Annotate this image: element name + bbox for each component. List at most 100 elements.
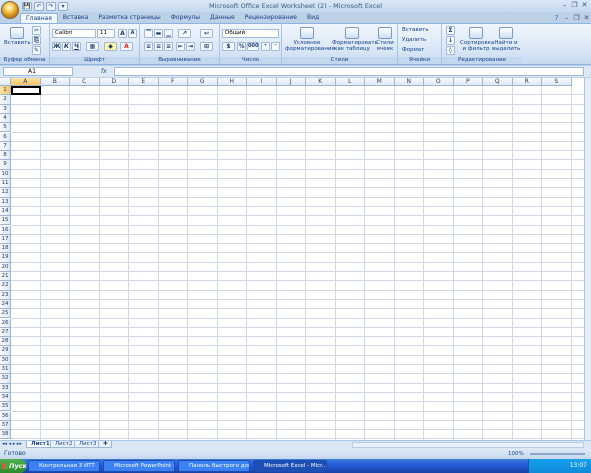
conditional-formatting-button[interactable]: Условное форматирование (285, 27, 335, 52)
column-header[interactable]: S (542, 78, 572, 86)
column-header[interactable]: N (394, 78, 424, 86)
row-header[interactable]: 18 (0, 244, 11, 254)
taskbar-item-excel[interactable]: Microsoft Excel - Micr... (253, 460, 327, 472)
column-header[interactable]: D (99, 78, 129, 86)
row-header[interactable]: 25 (0, 309, 11, 319)
row-header[interactable]: 13 (0, 197, 11, 207)
taskbar-item-powerpoint[interactable]: Microsoft PowerPoint - [... (103, 460, 175, 472)
tab-formulas[interactable]: Формулы (166, 13, 205, 23)
row-header[interactable]: 5 (0, 123, 11, 133)
format-as-table-button[interactable]: Форматировать как таблицу (332, 27, 378, 52)
align-center-icon[interactable]: ≡ (154, 42, 163, 51)
row-header[interactable]: 9 (0, 160, 11, 170)
row-header[interactable]: 33 (0, 383, 11, 393)
column-header[interactable]: C (70, 78, 100, 86)
row-header[interactable]: 22 (0, 281, 11, 291)
underline-button[interactable]: Ч (72, 42, 81, 51)
cell-styles-button[interactable]: Стили ячеек (374, 27, 396, 52)
column-header[interactable]: A (11, 78, 41, 86)
row-header[interactable]: 24 (0, 299, 11, 310)
row-header[interactable]: 14 (0, 206, 11, 217)
name-box[interactable]: A1 (3, 67, 73, 76)
row-header[interactable]: 16 (0, 225, 11, 235)
align-bottom-icon[interactable]: ▁ (164, 29, 173, 38)
row-header[interactable]: 23 (0, 290, 11, 300)
clear-icon[interactable]: ◊ (446, 46, 455, 55)
italic-button[interactable]: К (62, 42, 71, 51)
decrease-indent-icon[interactable]: ⇤ (176, 42, 185, 51)
active-cell[interactable] (11, 86, 41, 96)
row-header[interactable]: 10 (0, 169, 11, 179)
row-header[interactable]: 32 (0, 374, 11, 384)
row-header[interactable]: 29 (0, 346, 11, 356)
row-header[interactable]: 38 (0, 430, 11, 440)
delete-cells-button[interactable]: Удалить (402, 36, 426, 45)
find-select-button[interactable]: Найти и выделить (492, 27, 520, 52)
grow-font-button[interactable]: A (118, 29, 127, 38)
column-header[interactable]: R (512, 78, 542, 86)
fill-icon[interactable]: ↓ (446, 36, 455, 45)
row-header[interactable]: 2 (0, 95, 11, 105)
shrink-font-button[interactable]: A (128, 29, 137, 38)
tab-page-layout[interactable]: Разметка страницы (93, 13, 165, 23)
column-header[interactable]: M (365, 78, 395, 86)
column-header[interactable]: G (188, 78, 218, 86)
decrease-decimal-icon[interactable]: ⁻ (271, 42, 280, 51)
column-header[interactable]: J (276, 78, 306, 86)
text-orientation-icon[interactable]: ↗ (178, 29, 191, 38)
office-button[interactable] (1, 1, 19, 19)
worksheet-grid[interactable]: A B C D E F G H I J K L M N O P Q R S 1 2 3 4 5 6 7 8 9 10 11 12 13 14 15… (0, 78, 584, 440)
row-header[interactable]: 4 (0, 113, 11, 124)
taskbar-item-quicklaunch[interactable]: Панель быстрого дост... (178, 460, 250, 472)
close-button[interactable]: ✕ (580, 1, 589, 10)
column-header[interactable]: P (453, 78, 483, 86)
row-header[interactable]: 21 (0, 272, 11, 282)
tab-review[interactable]: Рецензирование (240, 13, 302, 23)
row-header[interactable]: 35 (0, 402, 11, 412)
column-header[interactable]: Q (483, 78, 513, 86)
paste-button[interactable]: Вставить (4, 27, 31, 52)
row-header[interactable]: 6 (0, 132, 11, 142)
tab-data[interactable]: Данные (205, 13, 240, 23)
row-header[interactable]: 36 (0, 411, 11, 421)
insert-sheet-icon[interactable]: ✚ (98, 441, 112, 448)
column-header[interactable]: B (40, 78, 70, 86)
row-header[interactable]: 34 (0, 392, 11, 403)
bold-button[interactable]: Ж (52, 42, 61, 51)
wrap-text-icon[interactable]: ↩ (200, 29, 213, 38)
font-size-combo[interactable]: 11 (97, 29, 115, 38)
taskbar-item-folder[interactable]: Контрольная 3 ИТТ (28, 460, 100, 472)
format-cells-button[interactable]: Формат (402, 46, 424, 55)
column-header[interactable]: I (247, 78, 277, 86)
align-top-icon[interactable]: ▔ (144, 29, 153, 38)
column-header[interactable]: F (158, 78, 188, 86)
align-right-icon[interactable]: ≡ (164, 42, 173, 51)
column-header[interactable]: E (129, 78, 159, 86)
autosum-button[interactable]: Σ (446, 26, 455, 35)
tab-home[interactable]: Главная (20, 13, 58, 23)
row-header[interactable]: 27 (0, 327, 11, 338)
row-header[interactable]: 8 (0, 151, 11, 161)
insert-function-button[interactable]: fx (101, 67, 113, 76)
column-header[interactable]: H (217, 78, 247, 86)
row-header[interactable]: 37 (0, 420, 11, 431)
formula-input[interactable] (114, 67, 584, 76)
row-header[interactable]: 15 (0, 216, 11, 226)
row-header[interactable]: 1 (0, 86, 11, 96)
doc-close-button[interactable]: ✕ (582, 14, 591, 23)
tab-view[interactable]: Вид (302, 13, 324, 23)
font-color-icon[interactable]: A (120, 42, 133, 51)
column-header[interactable]: K (306, 78, 336, 86)
row-header[interactable]: 7 (0, 141, 11, 152)
number-format-combo[interactable]: Общий (222, 29, 279, 38)
maximize-button[interactable]: ❐ (570, 1, 579, 10)
zoom-level[interactable]: 100% (508, 449, 524, 459)
select-all-button[interactable] (0, 78, 11, 86)
merge-center-icon[interactable]: ⊞ (200, 42, 213, 51)
row-header[interactable]: 12 (0, 188, 11, 198)
insert-cells-button[interactable]: Вставить (402, 26, 429, 35)
sheet-nav-icon[interactable]: ◂◂ ◂ ▸ ▸▸ (2, 440, 22, 449)
doc-minimize-button[interactable]: – (562, 14, 571, 23)
row-header[interactable]: 17 (0, 234, 11, 245)
fill-color-icon[interactable]: ◆ (104, 42, 117, 51)
